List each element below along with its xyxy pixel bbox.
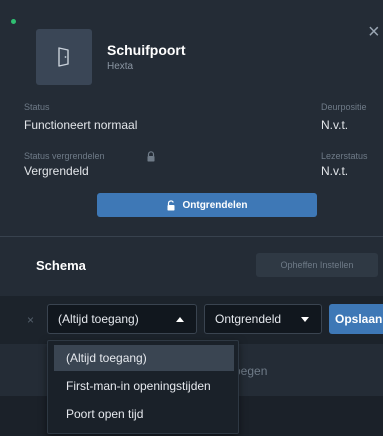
device-brand: Hexta: [107, 61, 134, 72]
online-status-dot: [11, 19, 16, 24]
device-icon-tile: [36, 29, 92, 85]
device-detail-panel: × Schuifpoort Hexta Status Functioneert …: [0, 0, 383, 436]
section-divider: [0, 236, 383, 237]
cancel-set-button[interactable]: Opheffen Instellen: [256, 253, 378, 277]
device-name: Schuifpoort: [107, 42, 186, 58]
lock-status-label: Status vergrendelen: [24, 151, 105, 161]
status-label: Status: [24, 102, 50, 112]
status-value: Functioneert normaal: [24, 118, 138, 132]
access-mode-dropdown: (Altijd toegang) First-man-in openingsti…: [47, 340, 239, 434]
unlock-icon: [167, 199, 175, 210]
lock-state-select[interactable]: Ontgrendeld: [204, 304, 322, 334]
unlock-button-label: Ontgrendelen: [182, 199, 248, 211]
lock-state-select-value: Ontgrendeld: [215, 312, 282, 326]
close-icon[interactable]: ×: [368, 22, 380, 42]
dropdown-option-first-man-in[interactable]: First-man-in openingstijden: [54, 373, 234, 399]
door-position-label: Deurpositie: [321, 102, 367, 112]
schema-title: Schema: [36, 258, 86, 273]
chevron-down-icon: [301, 317, 309, 322]
obscured-row-text: begen: [234, 364, 268, 378]
access-mode-select-value: (Altijd toegang): [58, 312, 139, 326]
reader-status-value: N.v.t.: [321, 164, 349, 178]
dropdown-option-always-access[interactable]: (Altijd toegang): [54, 345, 234, 371]
access-mode-select[interactable]: (Altijd toegang): [47, 304, 197, 334]
remove-rule-icon[interactable]: ×: [27, 313, 34, 327]
lock-status-value: Vergrendeld: [24, 164, 89, 178]
unlock-button[interactable]: Ontgrendelen: [97, 193, 317, 217]
chevron-up-icon: [176, 317, 184, 322]
save-button[interactable]: Opslaan: [329, 304, 383, 334]
door-position-value: N.v.t.: [321, 118, 349, 132]
lock-icon: [147, 151, 155, 162]
door-icon: [58, 47, 69, 67]
reader-status-label: Lezerstatus: [321, 151, 368, 161]
dropdown-option-gate-open-time[interactable]: Poort open tijd: [54, 401, 234, 427]
